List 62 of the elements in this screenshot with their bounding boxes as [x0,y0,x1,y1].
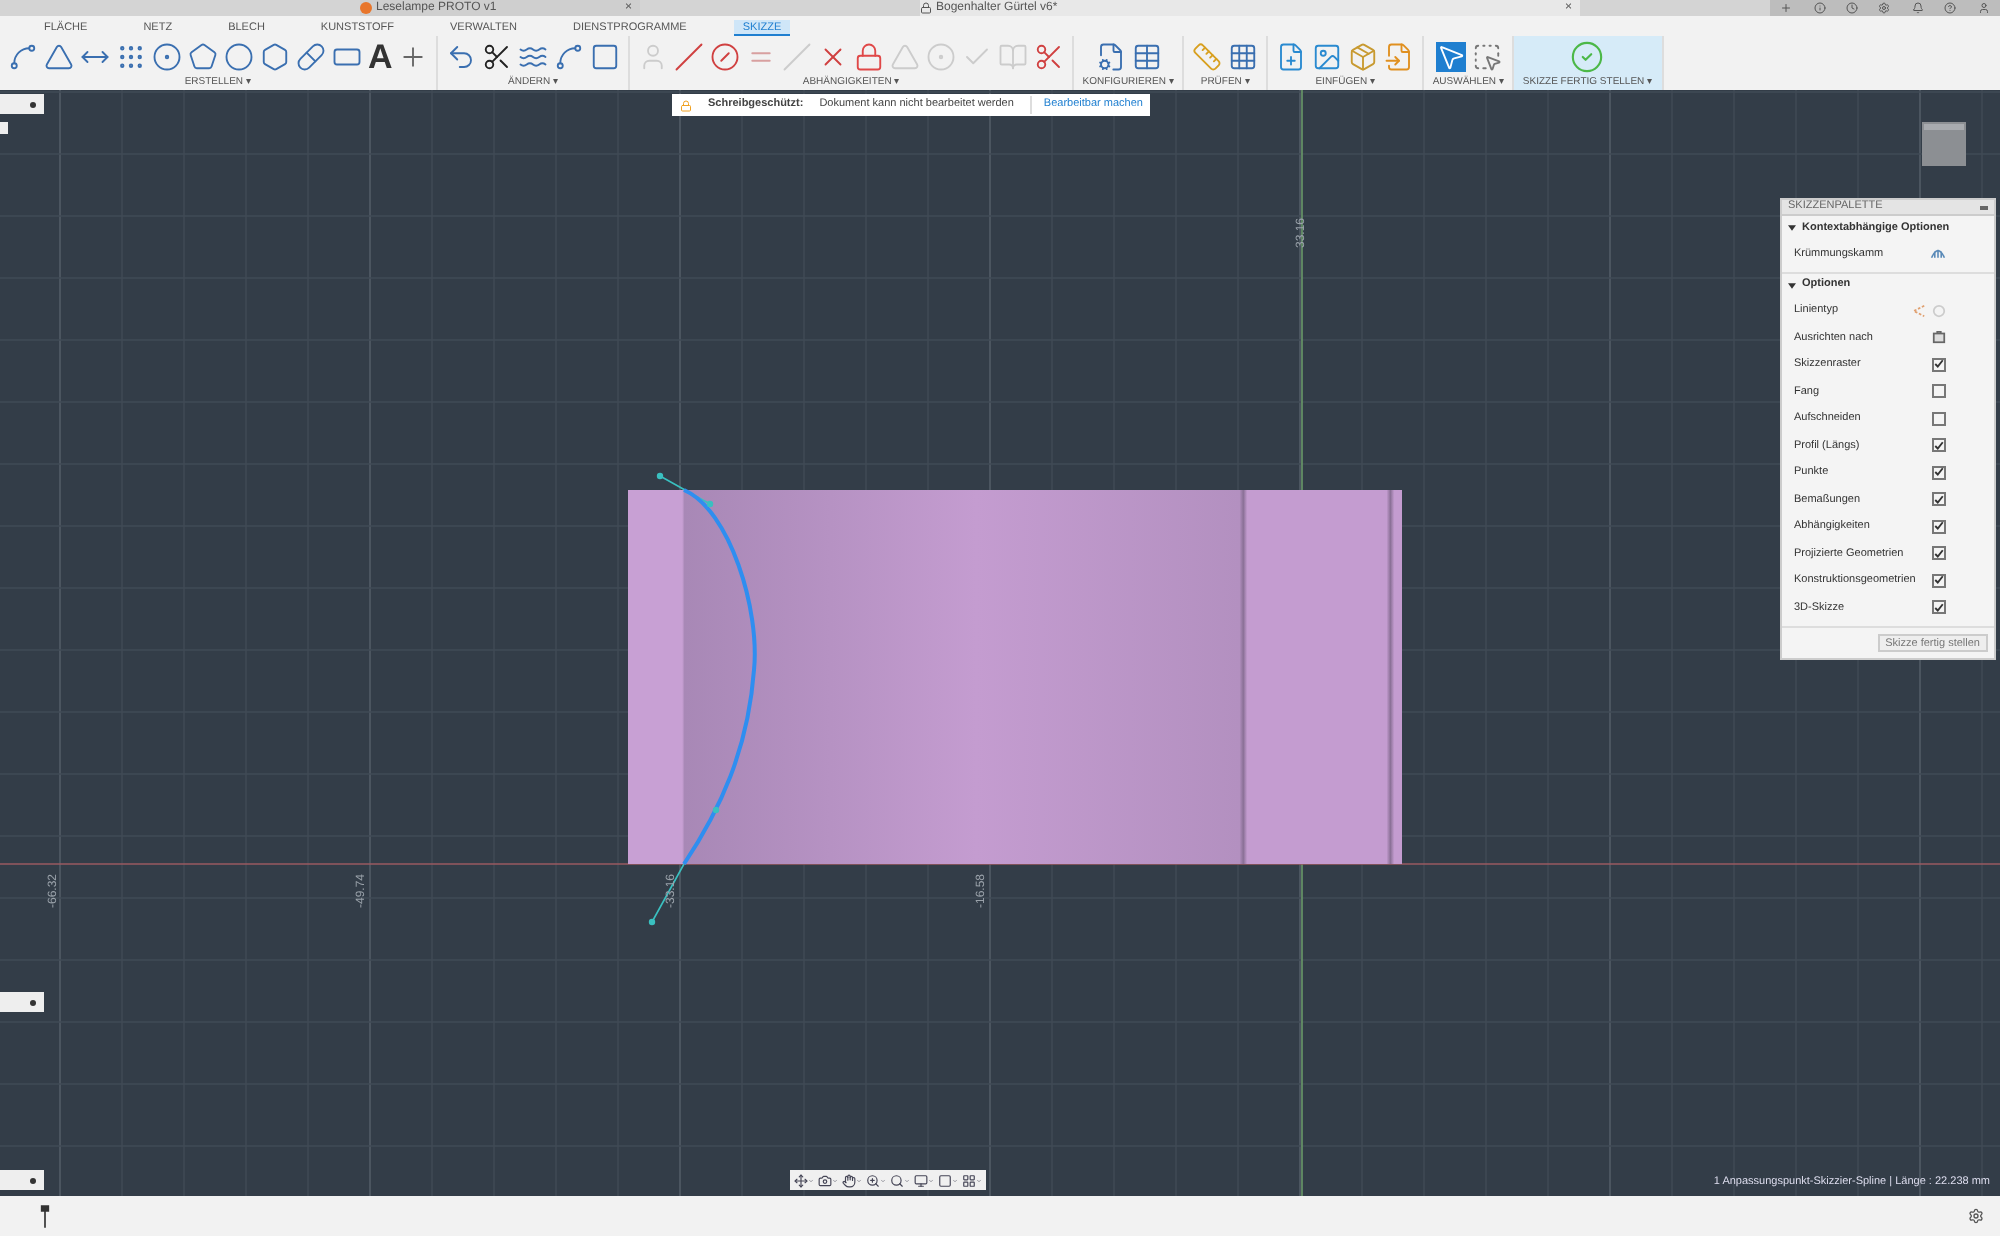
side-panel-tab[interactable] [0,94,44,114]
image-icon[interactable] [1312,41,1343,71]
disclosure-triangle-icon[interactable] [1788,224,1796,232]
disclosure-triangle-icon[interactable] [1788,281,1796,289]
comb-icon[interactable] [1930,246,1946,261]
scissors-icon[interactable] [482,41,513,71]
side-panel-tab[interactable] [0,1170,44,1190]
align-icon[interactable] [1932,330,1946,345]
gear-icon[interactable] [1878,2,1891,14]
curve-icon[interactable] [554,41,585,71]
insert-file-icon[interactable] [1276,41,1307,71]
lock-icon[interactable] [854,41,885,71]
settings-icon[interactable] [1968,1208,1984,1224]
check-circle-icon[interactable] [1570,39,1605,73]
help-icon[interactable] [1944,2,1957,14]
clock-icon[interactable] [1846,2,1859,14]
checkbox[interactable] [1932,465,1946,480]
dot-icon [30,101,36,107]
info-icon[interactable] [1813,2,1826,14]
dotted-circle-icon[interactable] [152,41,182,71]
checkbox[interactable] [1932,519,1946,534]
orbit-icon[interactable] [794,1173,808,1187]
checkbox[interactable] [1932,411,1946,426]
app-logo-icon [360,2,372,14]
checkbox[interactable] [1932,600,1946,615]
checkbox[interactable] [1932,546,1946,561]
camera-icon[interactable] [818,1173,832,1187]
cross-icon[interactable] [398,41,429,71]
slot-icon[interactable] [296,41,326,71]
magnifier-icon[interactable] [890,1173,904,1187]
lock-icon [920,2,932,14]
bell-icon[interactable] [1911,2,1924,14]
zoom-icon[interactable] [866,1173,880,1187]
dots-grid-icon[interactable] [116,41,146,71]
checkbox[interactable] [1932,357,1946,372]
collapse-handle[interactable] [1980,205,1988,209]
hexagon-icon[interactable] [260,41,290,71]
checkbox[interactable] [1932,438,1946,453]
dot-icon [30,1177,36,1183]
checkbox[interactable] [1932,573,1946,588]
box-select-icon[interactable] [1471,41,1502,71]
pointer-icon[interactable] [1435,41,1466,71]
hand-icon[interactable] [842,1173,856,1187]
side-panel-tab[interactable] [0,992,44,1012]
square-icon[interactable] [590,41,621,71]
dot-icon [30,999,36,1005]
triangle-icon[interactable] [44,41,74,71]
text-tool[interactable]: A [368,39,393,73]
plus-icon[interactable] [1780,2,1793,14]
lock-icon [680,99,692,111]
checkbox[interactable] [1932,384,1946,399]
grid-icon[interactable] [962,1173,976,1187]
display-icon[interactable] [914,1173,928,1187]
grid-icon[interactable] [1228,41,1259,71]
circle-icon[interactable] [224,41,254,71]
curve-icon[interactable] [8,41,38,71]
avatar-icon[interactable] [1977,2,1990,14]
timeline-marker-icon[interactable] [40,1202,50,1230]
view-cube[interactable] [1920,120,1968,168]
polygon-icon[interactable] [188,41,218,71]
table-icon[interactable] [1131,41,1162,71]
checkbox[interactable] [1932,492,1946,507]
